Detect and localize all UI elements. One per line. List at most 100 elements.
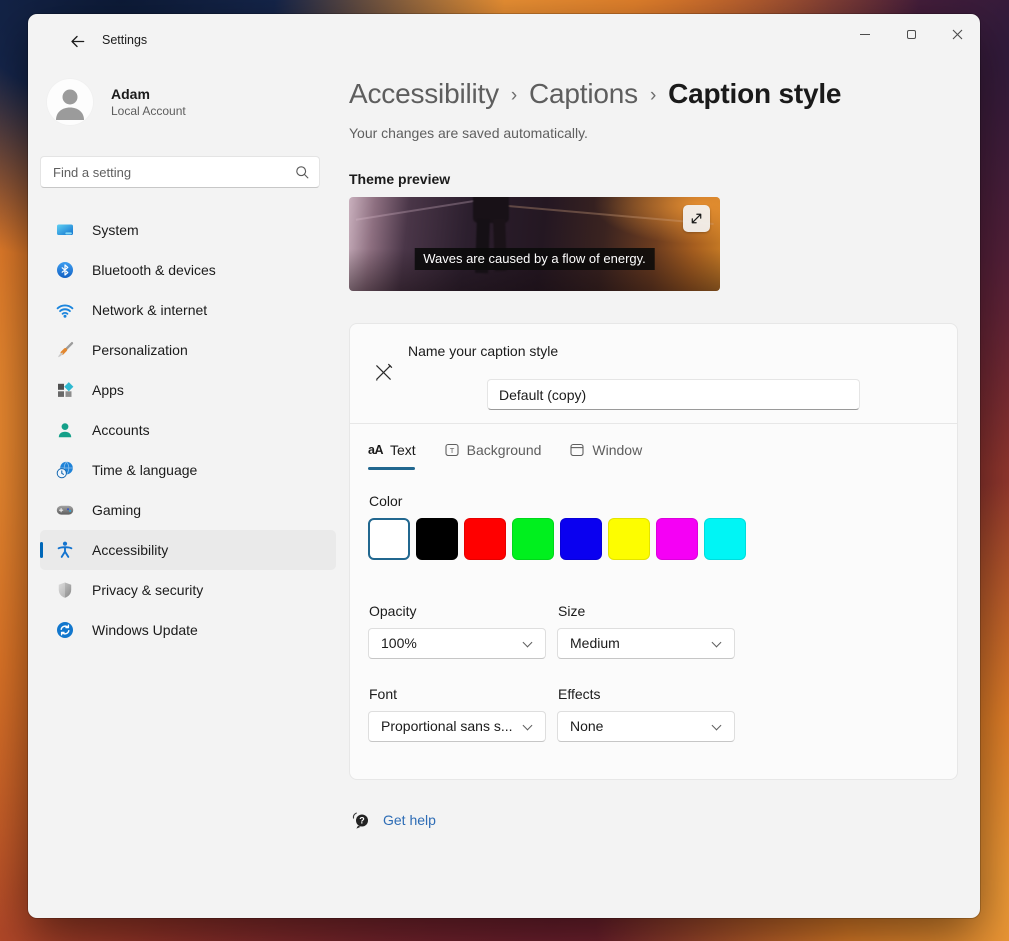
theme-preview-label: Theme preview bbox=[349, 171, 959, 187]
svg-text:T: T bbox=[449, 446, 454, 455]
chevron-down-icon bbox=[523, 638, 533, 648]
text-tab-icon: aA bbox=[368, 443, 383, 457]
get-help-icon: ? bbox=[351, 810, 371, 830]
caption-name-label: Name your caption style bbox=[408, 343, 558, 359]
search-icon bbox=[295, 165, 310, 180]
close-icon bbox=[952, 29, 963, 40]
sidebar-item-label: Accounts bbox=[92, 422, 150, 438]
expand-icon bbox=[689, 211, 704, 226]
color-swatch-cyan[interactable] bbox=[704, 518, 746, 560]
sidebar-item-label: Gaming bbox=[92, 502, 141, 518]
sidebar-item-privacy[interactable]: Privacy & security bbox=[40, 570, 336, 610]
sidebar-item-label: Network & internet bbox=[92, 302, 207, 318]
caption-tabs: aA Text T Background Window bbox=[368, 434, 642, 466]
apps-icon bbox=[55, 380, 75, 400]
get-help-row: ? Get help bbox=[349, 810, 959, 830]
size-value: Medium bbox=[570, 629, 710, 658]
account-type: Local Account bbox=[111, 104, 186, 118]
opacity-label: Opacity bbox=[369, 603, 416, 619]
minimize-icon bbox=[860, 34, 870, 35]
sidebar-item-label: Windows Update bbox=[92, 622, 198, 638]
sidebar-item-accessibility[interactable]: Accessibility bbox=[40, 530, 336, 570]
app-title: Settings bbox=[102, 33, 147, 47]
sidebar-item-personalization[interactable]: Personalization bbox=[40, 330, 336, 370]
caption-style-name-input[interactable] bbox=[487, 379, 860, 410]
maximize-button[interactable] bbox=[888, 14, 934, 54]
color-swatch-white[interactable] bbox=[368, 518, 410, 560]
bluetooth-icon bbox=[55, 260, 75, 280]
close-button[interactable] bbox=[934, 14, 980, 54]
network-wifi-icon bbox=[55, 300, 75, 320]
search-box bbox=[40, 156, 320, 188]
color-swatches bbox=[368, 518, 746, 560]
window-tab-icon bbox=[569, 442, 585, 458]
preview-railing bbox=[484, 203, 713, 225]
color-swatch-black[interactable] bbox=[416, 518, 458, 560]
effects-dropdown[interactable]: None bbox=[557, 711, 735, 742]
search-input[interactable] bbox=[41, 157, 319, 187]
sidebar-item-time-language[interactable]: Time & language bbox=[40, 450, 336, 490]
sidebar-item-windows-update[interactable]: Windows Update bbox=[40, 610, 336, 650]
color-swatch-blue[interactable] bbox=[560, 518, 602, 560]
tab-text[interactable]: aA Text bbox=[368, 434, 416, 466]
breadcrumb-captions[interactable]: Captions bbox=[529, 78, 638, 110]
color-swatch-red[interactable] bbox=[464, 518, 506, 560]
font-dropdown[interactable]: Proportional sans s... bbox=[368, 711, 546, 742]
minimize-button[interactable] bbox=[842, 14, 888, 54]
account-name: Adam bbox=[111, 86, 186, 102]
sidebar: Adam Local Account System Bluetooth & de… bbox=[40, 78, 336, 650]
avatar bbox=[46, 78, 94, 126]
accessibility-icon bbox=[55, 540, 75, 560]
sidebar-item-label: Personalization bbox=[92, 342, 188, 358]
tab-label: Background bbox=[467, 442, 542, 458]
sidebar-item-network[interactable]: Network & internet bbox=[40, 290, 336, 330]
color-swatch-green[interactable] bbox=[512, 518, 554, 560]
font-value: Proportional sans s... bbox=[381, 712, 521, 741]
theme-preview: Waves are caused by a flow of energy. bbox=[349, 197, 720, 291]
back-button[interactable] bbox=[62, 28, 92, 54]
main-content: Accessibility › Captions › Caption style… bbox=[349, 74, 959, 830]
sidebar-item-bluetooth[interactable]: Bluetooth & devices bbox=[40, 250, 336, 290]
desktop-wallpaper: Settings Adam Local Account bbox=[0, 0, 1009, 941]
caption-style-card: Name your caption style aA Text T Backgr… bbox=[349, 323, 958, 780]
breadcrumb-separator: › bbox=[511, 85, 517, 107]
color-swatch-yellow[interactable] bbox=[608, 518, 650, 560]
tab-background[interactable]: T Background bbox=[444, 434, 542, 466]
sidebar-item-label: Accessibility bbox=[92, 542, 168, 558]
sidebar-item-label: System bbox=[92, 222, 139, 238]
windows-update-icon bbox=[55, 620, 75, 640]
edit-pencil-icon bbox=[372, 361, 395, 389]
caption-preview-text: Waves are caused by a flow of energy. bbox=[414, 248, 655, 270]
sidebar-item-system[interactable]: System bbox=[40, 210, 336, 250]
size-dropdown[interactable]: Medium bbox=[557, 628, 735, 659]
sidebar-item-label: Privacy & security bbox=[92, 582, 203, 598]
window-controls bbox=[842, 14, 980, 54]
opacity-value: 100% bbox=[381, 629, 521, 658]
get-help-link[interactable]: Get help bbox=[383, 812, 436, 828]
breadcrumb-separator: › bbox=[650, 85, 656, 107]
settings-window: Settings Adam Local Account bbox=[28, 14, 980, 918]
sidebar-item-gaming[interactable]: Gaming bbox=[40, 490, 336, 530]
user-account[interactable]: Adam Local Account bbox=[40, 78, 336, 126]
sidebar-item-label: Bluetooth & devices bbox=[92, 262, 216, 278]
back-arrow-icon bbox=[69, 33, 86, 50]
breadcrumb-accessibility[interactable]: Accessibility bbox=[349, 78, 499, 110]
svg-text:?: ? bbox=[359, 816, 365, 826]
accounts-person-icon bbox=[55, 420, 75, 440]
size-label: Size bbox=[558, 603, 585, 619]
autosave-note: Your changes are saved automatically. bbox=[349, 125, 959, 141]
opacity-dropdown[interactable]: 100% bbox=[368, 628, 546, 659]
expand-preview-button[interactable] bbox=[683, 205, 710, 232]
chevron-down-icon bbox=[523, 721, 533, 731]
tab-window[interactable]: Window bbox=[569, 434, 642, 466]
tab-label: Window bbox=[592, 442, 642, 458]
color-swatch-magenta[interactable] bbox=[656, 518, 698, 560]
gaming-gamepad-icon bbox=[55, 500, 75, 520]
sidebar-item-accounts[interactable]: Accounts bbox=[40, 410, 336, 450]
system-icon bbox=[55, 220, 75, 240]
sidebar-item-label: Time & language bbox=[92, 462, 197, 478]
chevron-down-icon bbox=[712, 638, 722, 648]
effects-value: None bbox=[570, 712, 710, 741]
color-section-label: Color bbox=[369, 493, 402, 509]
sidebar-item-apps[interactable]: Apps bbox=[40, 370, 336, 410]
